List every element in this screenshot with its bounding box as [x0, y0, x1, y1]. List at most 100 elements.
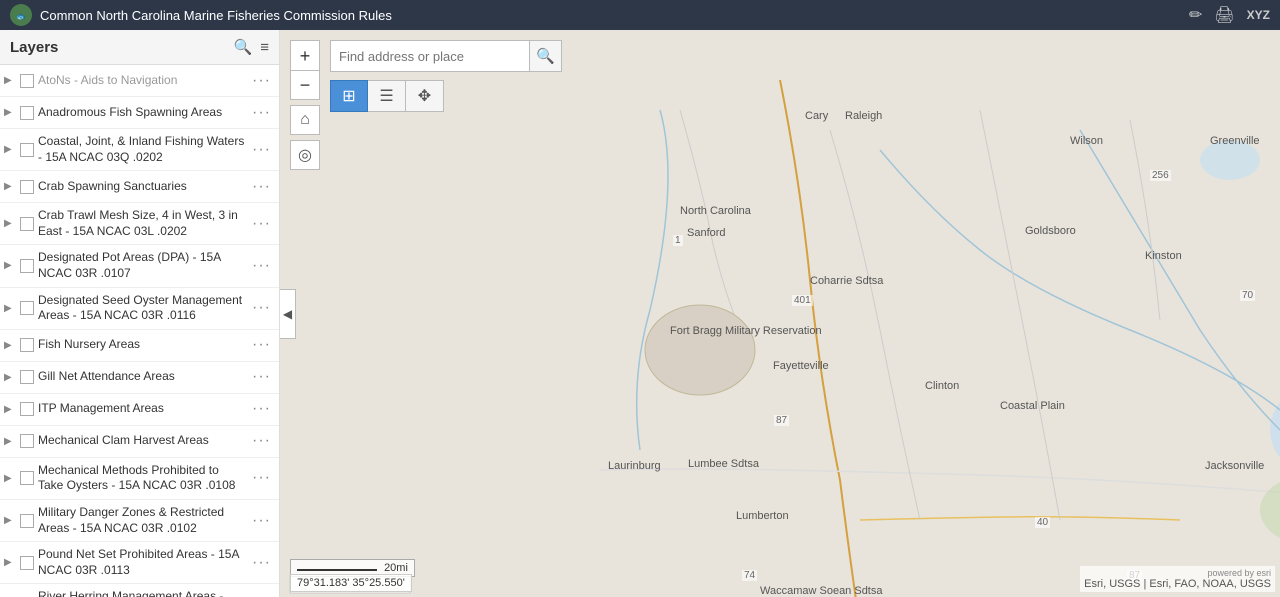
- layer-menu-fish-nursery[interactable]: ···: [250, 336, 273, 354]
- layer-checkbox-pound-net[interactable]: [20, 556, 34, 570]
- layer-item-crab-trawl: ▶ Crab Trawl Mesh Size, 4 in West, 3 in …: [0, 203, 279, 245]
- layer-menu-crab-spawning[interactable]: ···: [250, 178, 273, 196]
- layer-chevron-gill-net[interactable]: ▶: [4, 372, 16, 383]
- locate-button[interactable]: ◎: [290, 140, 320, 170]
- filter-layers-icon[interactable]: ≡: [260, 39, 269, 56]
- layer-item-mechanical-methods: ▶ Mechanical Methods Prohibited to Take …: [0, 458, 279, 500]
- map-attribution: powered by esri Esri, USGS | Esri, FAO, …: [1080, 566, 1275, 592]
- layer-checkbox-itp[interactable]: [20, 402, 34, 416]
- layer-chevron-designated-seed[interactable]: ▶: [4, 303, 16, 314]
- grid-view-button[interactable]: ⊞: [330, 80, 368, 112]
- layer-checkbox-designated-pot[interactable]: [20, 259, 34, 273]
- zoom-out-button[interactable]: −: [290, 70, 320, 100]
- app-logo: 🐟: [10, 4, 32, 26]
- zoom-in-button[interactable]: +: [290, 40, 320, 70]
- layer-item-crab-spawning: ▶ Crab Spawning Sanctuaries ···: [0, 171, 279, 203]
- layer-chevron-mechanical-methods[interactable]: ▶: [4, 473, 16, 484]
- home-button[interactable]: ⌂: [290, 105, 320, 135]
- header-left: 🐟 Common North Carolina Marine Fisheries…: [10, 4, 392, 26]
- main-layout: Layers 🔍 ≡ ▶ AtoNs - Aids to Navigation …: [0, 30, 1280, 597]
- layer-item-mechanical-clam: ▶ Mechanical Clam Harvest Areas ···: [0, 426, 279, 458]
- layer-chevron-crab-spawning[interactable]: ▶: [4, 181, 16, 192]
- sidebar-header: Layers 🔍 ≡: [0, 30, 279, 65]
- layer-checkbox-mechanical-methods[interactable]: [20, 471, 34, 485]
- layer-item-anadromous: ▶ Anadromous Fish Spawning Areas ···: [0, 97, 279, 129]
- layer-menu-designated-pot[interactable]: ···: [250, 257, 273, 275]
- search-input[interactable]: [330, 40, 530, 72]
- layer-checkbox-crab-trawl[interactable]: [20, 217, 34, 231]
- coordinates-display: 79°31.183' 35°25.550': [290, 574, 412, 592]
- layer-chevron-military[interactable]: ▶: [4, 515, 16, 526]
- logo-icon: 🐟: [13, 7, 29, 23]
- layer-chevron-crab-trawl[interactable]: ▶: [4, 218, 16, 229]
- list-view-button[interactable]: ☰: [368, 80, 406, 112]
- layer-checkbox-military[interactable]: [20, 514, 34, 528]
- layer-chevron-itp[interactable]: ▶: [4, 404, 16, 415]
- layer-menu-mechanical-clam[interactable]: ···: [250, 432, 273, 450]
- layer-menu-coastal[interactable]: ···: [250, 141, 273, 159]
- layer-item-itp: ▶ ITP Management Areas ···: [0, 394, 279, 426]
- layer-chevron-fish-nursery[interactable]: ▶: [4, 340, 16, 351]
- print-icon[interactable]: 🖨: [1214, 5, 1234, 25]
- layer-item-coastal: ▶ Coastal, Joint, & Inland Fishing Water…: [0, 129, 279, 171]
- layer-item-gill-net: ▶ Gill Net Attendance Areas ···: [0, 362, 279, 394]
- header-actions: ✏ 🖨 XYZ: [1189, 5, 1270, 25]
- layer-menu-mechanical-methods[interactable]: ···: [250, 469, 273, 487]
- layer-label-atons: AtoNs - Aids to Navigation: [38, 73, 246, 89]
- layer-item-pound-net: ▶ Pound Net Set Prohibited Areas - 15A N…: [0, 542, 279, 584]
- layer-label-mechanical-clam: Mechanical Clam Harvest Areas: [38, 433, 246, 449]
- edit-icon[interactable]: ✏: [1189, 5, 1202, 25]
- layer-checkbox-mechanical-clam[interactable]: [20, 434, 34, 448]
- layer-checkbox-coastal[interactable]: [20, 143, 34, 157]
- layer-chevron-mechanical-clam[interactable]: ▶: [4, 436, 16, 447]
- layer-menu-gill-net[interactable]: ···: [250, 368, 273, 386]
- layer-checkbox-fish-nursery[interactable]: [20, 338, 34, 352]
- layer-checkbox-anadromous[interactable]: [20, 106, 34, 120]
- layer-label-mechanical-methods: Mechanical Methods Prohibited to Take Oy…: [38, 463, 246, 494]
- sidebar-toolbar: 🔍 ≡: [234, 38, 269, 56]
- layer-item-designated-pot: ▶ Designated Pot Areas (DPA) - 15A NCAC …: [0, 245, 279, 287]
- sidebar: Layers 🔍 ≡ ▶ AtoNs - Aids to Navigation …: [0, 30, 280, 597]
- layer-label-fish-nursery: Fish Nursery Areas: [38, 337, 246, 353]
- layer-label-crab-spawning: Crab Spawning Sanctuaries: [38, 179, 246, 195]
- layer-chevron-designated-pot[interactable]: ▶: [4, 260, 16, 271]
- move-view-button[interactable]: ✥: [406, 80, 444, 112]
- layer-menu-anadromous[interactable]: ···: [250, 104, 273, 122]
- layer-chevron-coastal[interactable]: ▶: [4, 144, 16, 155]
- layer-menu-pound-net[interactable]: ···: [250, 554, 273, 572]
- layer-chevron-pound-net[interactable]: ▶: [4, 557, 16, 568]
- map-background: [280, 30, 1280, 597]
- layer-label-anadromous: Anadromous Fish Spawning Areas: [38, 105, 246, 121]
- layer-label-itp: ITP Management Areas: [38, 401, 246, 417]
- xyz-button[interactable]: XYZ: [1247, 8, 1270, 22]
- layer-item-river-herring: ▶ River Herring Management Areas - 15A N…: [0, 584, 279, 597]
- layer-menu-itp[interactable]: ···: [250, 400, 273, 418]
- search-layers-icon[interactable]: 🔍: [234, 38, 253, 56]
- layer-chevron-atons[interactable]: ▶: [4, 75, 16, 86]
- layer-list: ▶ AtoNs - Aids to Navigation ··· ▶ Anadr…: [0, 65, 279, 597]
- layer-checkbox-gill-net[interactable]: [20, 370, 34, 384]
- layer-item-fish-nursery: ▶ Fish Nursery Areas ···: [0, 330, 279, 362]
- layer-menu-crab-trawl[interactable]: ···: [250, 215, 273, 233]
- layer-checkbox-atons[interactable]: [20, 74, 34, 88]
- layer-chevron-anadromous[interactable]: ▶: [4, 107, 16, 118]
- view-toggles: ⊞ ☰ ✥: [330, 80, 444, 112]
- layer-menu-designated-seed[interactable]: ···: [250, 299, 273, 317]
- layer-checkbox-crab-spawning[interactable]: [20, 180, 34, 194]
- svg-text:🐟: 🐟: [16, 12, 26, 21]
- layer-label-river-herring: River Herring Management Areas - 15A NCA…: [38, 589, 246, 597]
- map-area[interactable]: CaryRaleighWilsonGreenvilleNorth Carolin…: [280, 30, 1280, 597]
- layer-label-gill-net: Gill Net Attendance Areas: [38, 369, 246, 385]
- layer-label-designated-seed: Designated Seed Oyster Management Areas …: [38, 293, 246, 324]
- search-button[interactable]: 🔍: [530, 40, 562, 72]
- layer-item-designated-seed: ▶ Designated Seed Oyster Management Area…: [0, 288, 279, 330]
- layer-item-military: ▶ Military Danger Zones & Restricted Are…: [0, 500, 279, 542]
- layer-label-pound-net: Pound Net Set Prohibited Areas - 15A NCA…: [38, 547, 246, 578]
- layer-item-atons: ▶ AtoNs - Aids to Navigation ···: [0, 65, 279, 97]
- collapse-sidebar-button[interactable]: ◀: [280, 289, 296, 339]
- app-header: 🐟 Common North Carolina Marine Fisheries…: [0, 0, 1280, 30]
- layer-menu-military[interactable]: ···: [250, 512, 273, 530]
- search-bar: 🔍: [330, 40, 562, 72]
- layer-menu-atons[interactable]: ···: [250, 72, 273, 90]
- layer-checkbox-designated-seed[interactable]: [20, 301, 34, 315]
